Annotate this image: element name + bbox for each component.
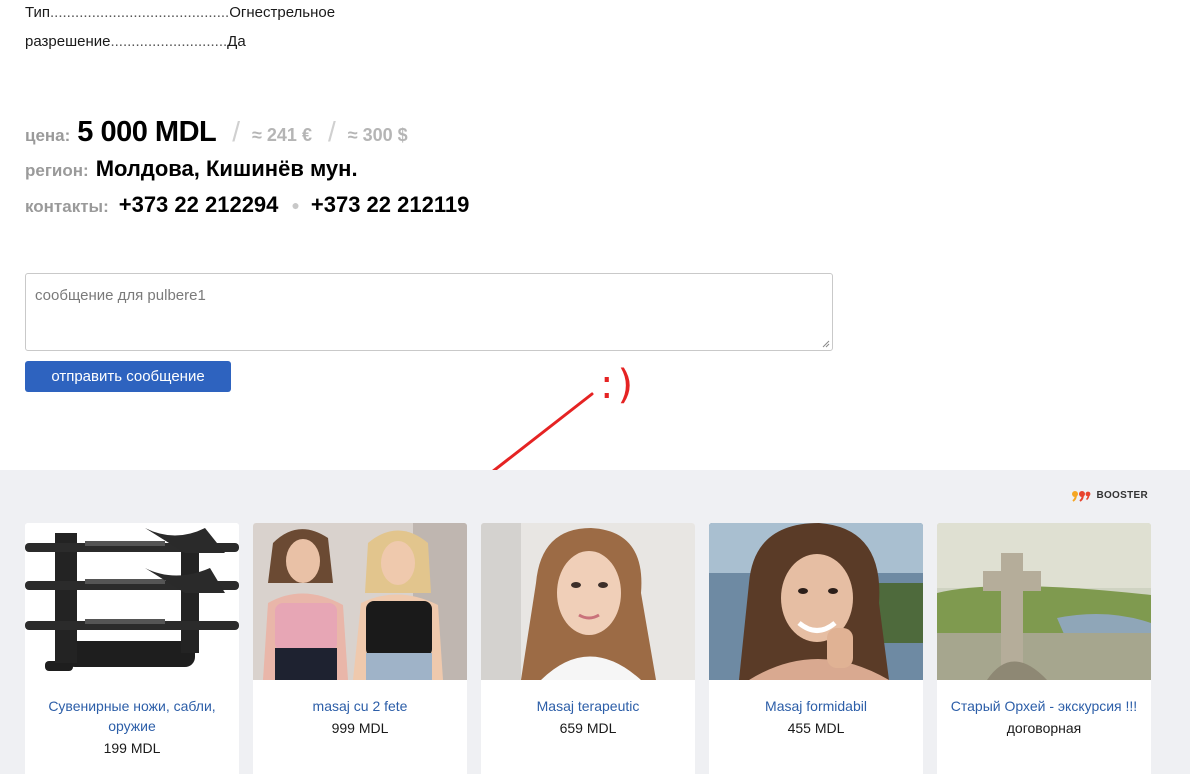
card-price: договорная xyxy=(1006,720,1082,736)
card-price: 999 MDL xyxy=(331,720,389,736)
contacts-label: контакты: xyxy=(25,197,109,216)
resize-grip-icon[interactable] xyxy=(822,340,830,348)
feature-list: Тип ....................................… xyxy=(25,4,335,62)
smiling-woman-photo[interactable] xyxy=(709,523,923,680)
price-eur: ≈ 241 € xyxy=(252,125,312,145)
feature-row-type: Тип ....................................… xyxy=(25,4,335,33)
promoted-card[interactable]: masaj cu 2 fete 999 MDL xyxy=(253,523,467,783)
price-row: цена: 5 000 MDL / ≈ 241 € / ≈ 300 $ xyxy=(25,116,469,156)
promoted-cards: Сувенирные ножи, сабли, оружие 199 MDL m… xyxy=(25,523,1151,783)
region-label: регион: xyxy=(25,161,89,180)
region-value: Молдова, Кишинёв мун. xyxy=(95,156,358,181)
price-usd: ≈ 300 $ xyxy=(347,125,408,145)
promoted-card[interactable]: Masaj terapeutic 659 MDL xyxy=(481,523,695,783)
phone-link[interactable]: +373 22 212119 xyxy=(311,192,469,218)
price-label: цена: xyxy=(25,126,71,145)
two-women-photo[interactable] xyxy=(253,523,467,680)
promoted-card[interactable]: Сувенирные ножи, сабли, оружие 199 MDL xyxy=(25,523,239,783)
woman-portrait-photo[interactable] xyxy=(481,523,695,680)
katana-stand-photo[interactable] xyxy=(25,523,239,680)
ad-info: цена: 5 000 MDL / ≈ 241 € / ≈ 300 $ реги… xyxy=(25,116,469,228)
message-placeholder: сообщение для pulbere1 xyxy=(35,287,206,304)
send-message-button[interactable]: отправить сообщение xyxy=(25,361,231,392)
card-title-link[interactable]: masaj cu 2 fete xyxy=(263,696,457,716)
message-input[interactable]: сообщение для pulbere1 xyxy=(25,273,833,351)
card-title-link[interactable]: Сувенирные ножи, сабли, оружие xyxy=(35,696,229,736)
card-price: 455 MDL xyxy=(787,720,845,736)
card-title-link[interactable]: Старый Орхей - экскурсия !!! xyxy=(947,696,1141,716)
feature-value: Да xyxy=(227,33,246,50)
booster-logo[interactable]: BOOSTER xyxy=(1071,488,1148,502)
stone-cross-landscape-photo[interactable] xyxy=(937,523,1151,680)
contacts-row: контакты: +373 22 212294 ● +373 22 21211… xyxy=(25,192,469,228)
booster-section: BOOSTER Сувенирные ножи, сабли, оружие 1 xyxy=(0,470,1190,783)
phone-separator: ● xyxy=(291,197,300,213)
card-title-link[interactable]: Masaj terapeutic xyxy=(491,696,685,716)
feature-dots: ............................ xyxy=(110,33,228,50)
booster-label: BOOSTER xyxy=(1096,489,1148,501)
price-value: 5 000 MDL xyxy=(77,116,217,148)
price-divider: / xyxy=(327,116,336,147)
price-divider: / xyxy=(232,116,241,147)
card-price: 659 MDL xyxy=(559,720,617,736)
promoted-card[interactable]: Старый Орхей - экскурсия !!! договорная xyxy=(937,523,1151,783)
feature-dots: ........................................… xyxy=(50,4,230,21)
feature-key: разрешение xyxy=(25,33,111,50)
card-title-link[interactable]: Masaj formidabil xyxy=(719,696,913,716)
card-price: 199 MDL xyxy=(103,740,161,756)
feature-value: Огнестрельное xyxy=(229,4,336,21)
phone-link[interactable]: +373 22 212294 xyxy=(119,192,279,218)
promoted-card[interactable]: Masaj formidabil 455 MDL xyxy=(709,523,923,783)
booster-quote-icon xyxy=(1072,491,1091,502)
feature-key: Тип xyxy=(25,4,51,21)
region-row: регион: Молдова, Кишинёв мун. xyxy=(25,156,469,192)
annotation-smiley: :) xyxy=(600,362,638,408)
feature-row-permit: разрешение ............................ … xyxy=(25,33,335,62)
